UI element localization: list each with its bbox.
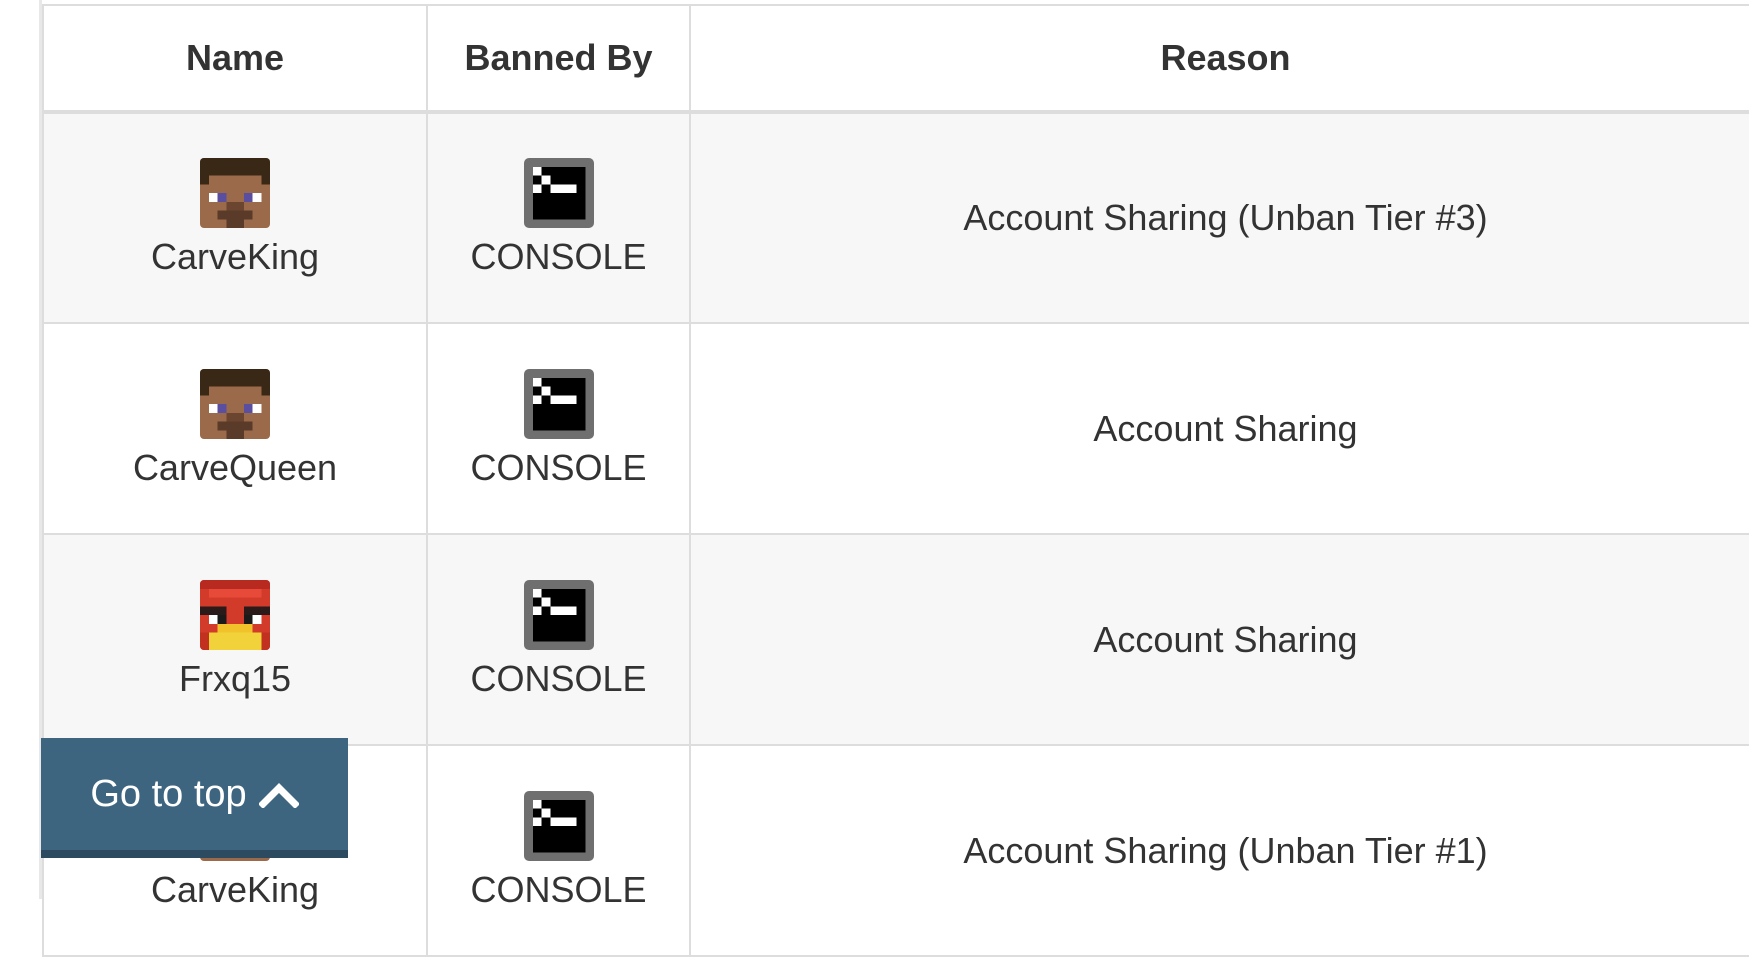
reason-cell: Account Sharing (Unban Tier #3) [689, 111, 1749, 324]
table-header-row: Name Banned By Reason [42, 4, 1749, 114]
banned-by-name: CONSOLE [470, 446, 647, 488]
go-to-top-label: Go to top [90, 772, 247, 815]
name-cell[interactable]: CarveQueen [42, 322, 428, 535]
name-cell[interactable]: Frxq15 [42, 533, 428, 746]
table-row[interactable]: CarveQueen CONSOLE Account Sharing [42, 322, 1749, 535]
banned-by-cell: CONSOLE [426, 533, 691, 746]
console-terminal-icon [523, 158, 594, 228]
reason-cell: Account Sharing [689, 533, 1749, 746]
go-to-top-button[interactable]: Go to top [41, 738, 348, 858]
banned-by-cell: CONSOLE [426, 111, 691, 324]
steve-head-icon[interactable] [200, 158, 270, 228]
name-cell[interactable]: CarveKing [42, 111, 428, 324]
console-terminal-icon [523, 368, 594, 439]
reason-cell: Account Sharing [689, 322, 1749, 535]
banned-by-name: CONSOLE [470, 868, 647, 910]
banned-by-name: CONSOLE [470, 236, 647, 277]
column-header-banned-by[interactable]: Banned By [426, 4, 691, 114]
player-name[interactable]: CarveKing [151, 236, 319, 278]
banned-by-cell: CONSOLE [426, 744, 691, 957]
column-header-name[interactable]: Name [42, 4, 428, 114]
red-bird-head-icon[interactable] [200, 579, 270, 650]
chevron-up-icon [258, 783, 299, 808]
player-name[interactable]: Frxq15 [179, 658, 291, 700]
console-terminal-icon [523, 579, 594, 650]
steve-head-icon[interactable] [200, 368, 270, 439]
table-row[interactable]: CarveKing CONSOLE Account Sharing (Unban… [42, 111, 1749, 324]
player-name[interactable]: CarveKing [151, 869, 319, 911]
banned-by-name: CONSOLE [470, 657, 647, 699]
reason-cell: Account Sharing (Unban Tier #1) [689, 744, 1749, 957]
banned-by-cell: CONSOLE [426, 322, 691, 535]
console-terminal-icon [523, 790, 594, 861]
player-name[interactable]: CarveQueen [133, 447, 337, 489]
column-header-reason[interactable]: Reason [689, 4, 1749, 114]
table-row[interactable]: Frxq15 CONSOLE Account Sharing [42, 533, 1749, 746]
